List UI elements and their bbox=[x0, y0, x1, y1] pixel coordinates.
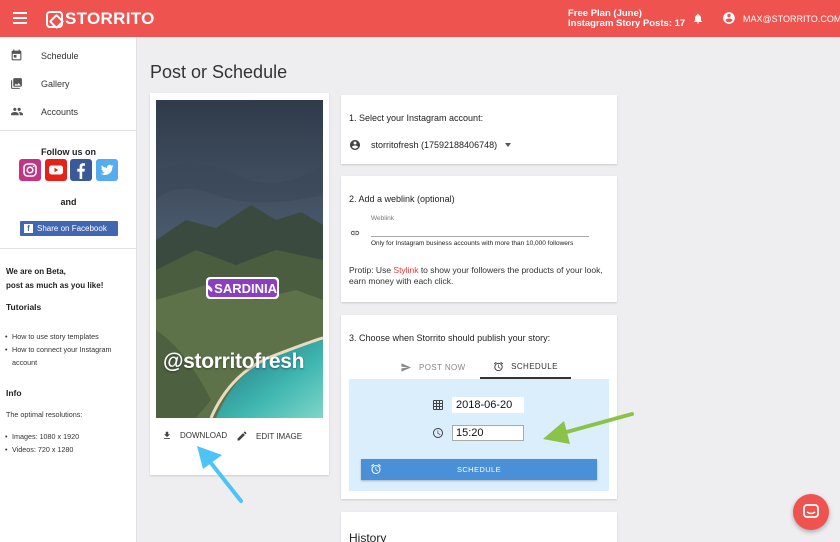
location-sticker: SARDINIA bbox=[205, 277, 279, 299]
location-name: SARDINIA bbox=[214, 280, 277, 296]
tutorials-list: How to use story templates How to connec… bbox=[5, 330, 133, 369]
account-circle-icon bbox=[350, 140, 360, 150]
brand-name: STORRITO bbox=[65, 9, 155, 28]
location-sticker-inner: SARDINIA bbox=[205, 279, 277, 297]
step3-title: 3. Choose when Storrito should publish y… bbox=[349, 333, 551, 343]
tab-post-now[interactable]: POST NOW bbox=[400, 355, 466, 379]
resolution-item: Videos: 720 x 1280 bbox=[5, 443, 133, 456]
tab-schedule-label: SCHEDULE bbox=[511, 361, 558, 371]
schedule-button[interactable]: SCHEDULE bbox=[361, 459, 597, 480]
step2-title: 2. Add a weblink (optional) bbox=[349, 194, 455, 204]
select-account-card bbox=[341, 95, 617, 164]
tutorial-link-connect-instagram[interactable]: How to connect your Instagram account bbox=[5, 343, 133, 369]
date-input[interactable] bbox=[452, 397, 524, 413]
resolutions-list: Images: 1080 x 1920 Videos: 720 x 1280 bbox=[5, 430, 133, 456]
weblink-help-text: Only for Instagram business accounts wit… bbox=[371, 240, 574, 247]
info-heading: Info bbox=[6, 388, 22, 398]
download-label: DOWNLOAD bbox=[180, 431, 228, 440]
grid-calendar-icon bbox=[433, 400, 443, 410]
account-circle-icon[interactable] bbox=[722, 11, 736, 25]
facebook-icon[interactable] bbox=[70, 159, 92, 181]
sidebar-item-label: Gallery bbox=[41, 79, 70, 89]
time-row bbox=[432, 425, 524, 441]
stylink-link[interactable]: Stylink bbox=[393, 265, 418, 275]
download-button[interactable]: DOWNLOAD bbox=[162, 430, 227, 441]
edit-image-button[interactable]: EDIT IMAGE bbox=[236, 430, 302, 442]
sidebar-item-label: Accounts bbox=[41, 107, 79, 117]
top-app-bar: STORRITO Free Plan (June) Instagram Stor… bbox=[0, 0, 840, 37]
plan-info: Free Plan (June) Instagram Story Posts: … bbox=[568, 9, 685, 29]
alarm-clock-icon bbox=[371, 463, 381, 474]
hamburger-menu-icon[interactable] bbox=[13, 12, 27, 24]
sidebar-item-schedule[interactable]: Schedule bbox=[0, 42, 137, 70]
and-text: and bbox=[60, 197, 77, 207]
tab-post-now-label: POST NOW bbox=[419, 362, 466, 372]
time-input[interactable] bbox=[452, 425, 524, 441]
schedule-button-label: SCHEDULE bbox=[456, 465, 502, 474]
people-icon bbox=[11, 107, 23, 116]
beta-line: post as much as you like! bbox=[6, 281, 104, 290]
link-icon bbox=[350, 230, 360, 236]
chat-bubble-icon bbox=[803, 504, 819, 518]
weblink-input[interactable] bbox=[371, 225, 589, 237]
tutorials-heading: Tutorials bbox=[6, 302, 42, 312]
gallery-icon bbox=[11, 78, 22, 89]
location-pin-icon bbox=[205, 284, 214, 292]
storrito-logo[interactable]: STORRITO bbox=[46, 9, 155, 29]
pencil-icon bbox=[237, 431, 247, 441]
beta-notice: We are on Beta, post as much as you like… bbox=[6, 265, 103, 293]
youtube-icon[interactable] bbox=[45, 159, 67, 181]
share-button-label: Share on Facebook bbox=[37, 224, 107, 233]
page-title: Post or Schedule bbox=[150, 62, 288, 82]
step1-title: 1. Select your Instagram account: bbox=[349, 113, 484, 123]
edit-image-label: EDIT IMAGE bbox=[256, 431, 303, 441]
story-handle-text: @storritofresh bbox=[163, 350, 305, 373]
sidebar: Schedule Gallery Accounts Follow us on a… bbox=[0, 37, 137, 542]
download-icon bbox=[164, 431, 170, 439]
calendar-icon bbox=[11, 49, 22, 61]
optimal-resolutions-text: The optimal resolutions: bbox=[6, 410, 83, 419]
history-title: History bbox=[349, 531, 387, 542]
tutorial-link-story-templates[interactable]: How to use story templates bbox=[5, 330, 133, 343]
follow-us-heading: Follow us on bbox=[41, 147, 96, 157]
sidebar-divider bbox=[0, 130, 137, 131]
story-post-count: Instagram Story Posts: 17 bbox=[568, 18, 686, 29]
facebook-f-icon: f bbox=[24, 224, 33, 233]
instagram-icon[interactable] bbox=[19, 159, 41, 181]
notification-bell-icon[interactable] bbox=[692, 12, 704, 25]
chat-button[interactable] bbox=[793, 494, 829, 530]
account-select[interactable]: storritofresh (17592188406748) bbox=[349, 139, 512, 151]
twitter-icon[interactable] bbox=[96, 159, 118, 181]
alarm-clock-icon bbox=[494, 361, 504, 371]
beta-line: We are on Beta, bbox=[6, 267, 66, 276]
protip-prefix: Protip: Use bbox=[349, 265, 394, 275]
date-row bbox=[432, 397, 524, 413]
send-icon bbox=[401, 362, 412, 372]
tab-schedule[interactable]: SCHEDULE bbox=[480, 355, 571, 379]
share-on-facebook-button[interactable]: f Share on Facebook bbox=[20, 221, 118, 236]
selected-account: storritofresh (17592188406748) bbox=[371, 140, 498, 150]
logo-mark-icon bbox=[46, 10, 63, 28]
resolution-item: Images: 1080 x 1920 bbox=[5, 430, 133, 443]
weblink-label: Weblink bbox=[371, 215, 395, 222]
protip-text: Protip: Use Stylink to show your followe… bbox=[349, 265, 611, 287]
account-email[interactable]: MAX@STORRITO.COM bbox=[743, 14, 840, 24]
sidebar-item-accounts[interactable]: Accounts bbox=[0, 98, 137, 126]
sidebar-item-label: Schedule bbox=[41, 51, 79, 61]
sidebar-item-gallery[interactable]: Gallery bbox=[0, 70, 137, 98]
sidebar-divider bbox=[0, 248, 137, 249]
dropdown-caret-icon bbox=[505, 143, 512, 147]
clock-icon bbox=[433, 428, 443, 438]
